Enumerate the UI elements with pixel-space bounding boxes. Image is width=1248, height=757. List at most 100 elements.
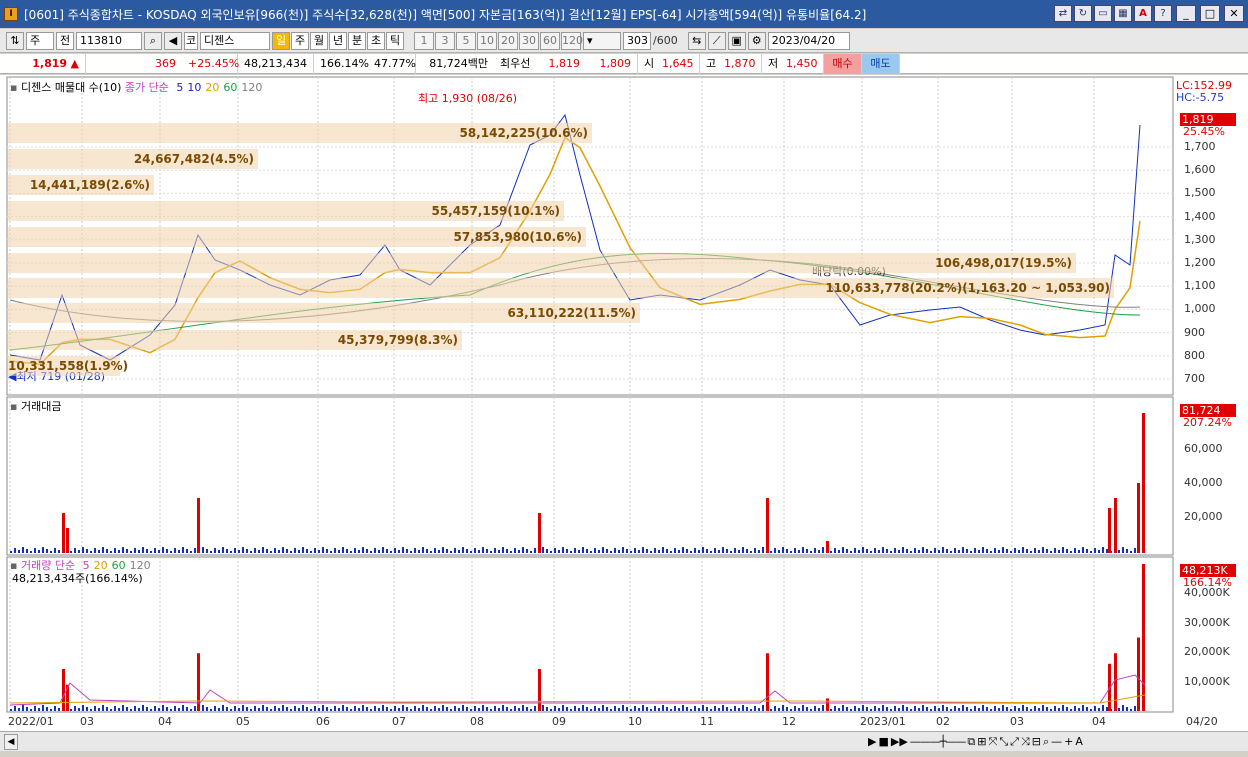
chart-area[interactable]: ▪ 디젠스 매물대 수(10) 종가 단순 5 10 20 60 120 LC:152.…: [0, 75, 1248, 739]
minimize-button[interactable]: _: [1176, 5, 1196, 22]
zoom-out-icon[interactable]: —: [1051, 735, 1062, 748]
amount-bar: [38, 550, 40, 553]
volume-bar: [854, 706, 856, 711]
tool3-icon[interactable]: ⤨: [1021, 735, 1030, 749]
zoom-in-icon[interactable]: +: [1064, 735, 1073, 748]
interval-dropdown[interactable]: ▾: [583, 31, 621, 50]
pin-icon[interactable]: ⇅: [6, 31, 24, 50]
interval-button[interactable]: 30: [519, 31, 539, 50]
slider-icon[interactable]: ———┼——: [910, 735, 967, 748]
volume-bar: [430, 709, 432, 711]
interval-button[interactable]: 5: [456, 31, 476, 50]
amount-bar: [1026, 549, 1028, 553]
cursor-icon[interactable]: ⤧: [989, 735, 998, 749]
interval-button[interactable]: 120: [561, 31, 583, 50]
interval-button[interactable]: 60: [540, 31, 560, 50]
volume-bar: [326, 707, 328, 711]
amount-bar: [326, 549, 328, 553]
volume-bar: [422, 705, 424, 711]
volume-bar: [346, 707, 348, 711]
volume-bar: [726, 707, 728, 711]
volume-bar: [278, 708, 280, 711]
amount-bar: [962, 547, 964, 553]
ma-period-label: 5: [176, 81, 184, 94]
interval-button[interactable]: 3: [435, 31, 455, 50]
period-button[interactable]: 초: [367, 31, 385, 50]
tool4-icon[interactable]: ⊟: [1032, 735, 1041, 748]
amount-bar: [282, 547, 284, 553]
stop-icon[interactable]: ■: [878, 735, 888, 748]
gear-icon[interactable]: ⚙: [747, 31, 766, 50]
y-axis-tick: 800: [1184, 348, 1205, 362]
volume-bar: [162, 705, 164, 711]
volume-bar: [826, 698, 829, 711]
interval-button[interactable]: 20: [498, 31, 518, 50]
chart-canvas[interactable]: [0, 75, 1248, 731]
volume-bar: [622, 705, 624, 711]
x-axis-tick: 03: [80, 715, 94, 728]
stock-name-field[interactable]: 디젠스: [200, 31, 270, 50]
grid-icon[interactable]: ⊞: [977, 735, 986, 748]
count-input[interactable]: 303: [623, 31, 651, 50]
arrow-icon[interactable]: ⇆: [687, 31, 706, 50]
mode-select[interactable]: 주: [26, 31, 54, 50]
period-button[interactable]: 분: [348, 31, 366, 50]
volume-bar: [54, 706, 56, 711]
speaker-icon[interactable]: ◀: [164, 31, 182, 50]
prefix-button[interactable]: 전: [56, 31, 74, 50]
tool2-icon[interactable]: ⤢: [1010, 735, 1019, 749]
play-icon[interactable]: ▶: [868, 735, 876, 748]
amount-bar: [394, 548, 396, 553]
amount-bar: [118, 550, 120, 553]
table-icon[interactable]: ▦: [1114, 5, 1132, 22]
search-icon[interactable]: ⌕: [144, 31, 162, 50]
volume-bar: [486, 707, 488, 711]
amount-bar: [382, 547, 384, 553]
save-icon[interactable]: ▣: [727, 31, 746, 50]
amount-bar: [454, 548, 456, 553]
volume-bar: [614, 706, 616, 711]
interval-button[interactable]: 1: [414, 31, 434, 50]
amount-bar: [550, 551, 552, 553]
volume-bar: [410, 709, 412, 711]
close-button[interactable]: ✕: [1224, 5, 1244, 22]
period-button[interactable]: 일: [272, 31, 290, 50]
bottom-scrollbar[interactable]: ◀ ▶ ■ ▶▶ ———┼—— ⧉ ⊞ ⤧ ⤡ ⤢ ⤨ ⊟ ⌕ — + A: [0, 731, 1248, 751]
font-size-icon[interactable]: A: [1075, 735, 1083, 748]
volume-bar: [750, 709, 752, 711]
period-button[interactable]: 월: [310, 31, 328, 50]
buy-button[interactable]: 매수: [824, 53, 862, 74]
help-icon[interactable]: ?: [1154, 5, 1172, 22]
zoom-icon[interactable]: ⌕: [1043, 735, 1049, 749]
volume-bar: [1094, 706, 1096, 711]
tool-icon[interactable]: ⤡: [999, 735, 1008, 749]
line-icon[interactable]: ⟋: [707, 31, 726, 50]
maximize-button[interactable]: □: [1200, 5, 1220, 22]
volume-bar: [418, 708, 420, 711]
amount-bar: [942, 547, 944, 553]
volume-bar: [158, 708, 160, 711]
interval-button[interactable]: 10: [477, 31, 497, 50]
stock-code-input[interactable]: 113810: [76, 31, 142, 50]
amount-bar: [230, 551, 232, 553]
window-icon[interactable]: ▭: [1094, 5, 1112, 22]
period-button[interactable]: 년: [329, 31, 347, 50]
amount-bar: [350, 551, 352, 553]
refresh-icon[interactable]: ↻: [1074, 5, 1092, 22]
scroll-left-icon[interactable]: ◀: [4, 733, 18, 750]
volume-bar: [666, 707, 668, 711]
font-icon[interactable]: A: [1134, 5, 1152, 22]
amount-bar: [102, 547, 104, 553]
scroll-track[interactable]: [18, 735, 868, 749]
link-icon[interactable]: ⇄: [1054, 5, 1072, 22]
amount-bar: [634, 548, 636, 553]
x-axis-tick: 12: [782, 715, 796, 728]
fast-forward-icon[interactable]: ▶▶: [891, 735, 908, 748]
period-button[interactable]: 틱: [386, 31, 404, 50]
amount-bar: [1094, 548, 1096, 553]
layout-icon[interactable]: ⧉: [967, 735, 975, 749]
sell-button[interactable]: 매도: [862, 53, 900, 74]
amount-bar: [194, 548, 196, 553]
date-input[interactable]: 2023/04/20: [767, 31, 850, 50]
period-button[interactable]: 주: [291, 31, 309, 50]
